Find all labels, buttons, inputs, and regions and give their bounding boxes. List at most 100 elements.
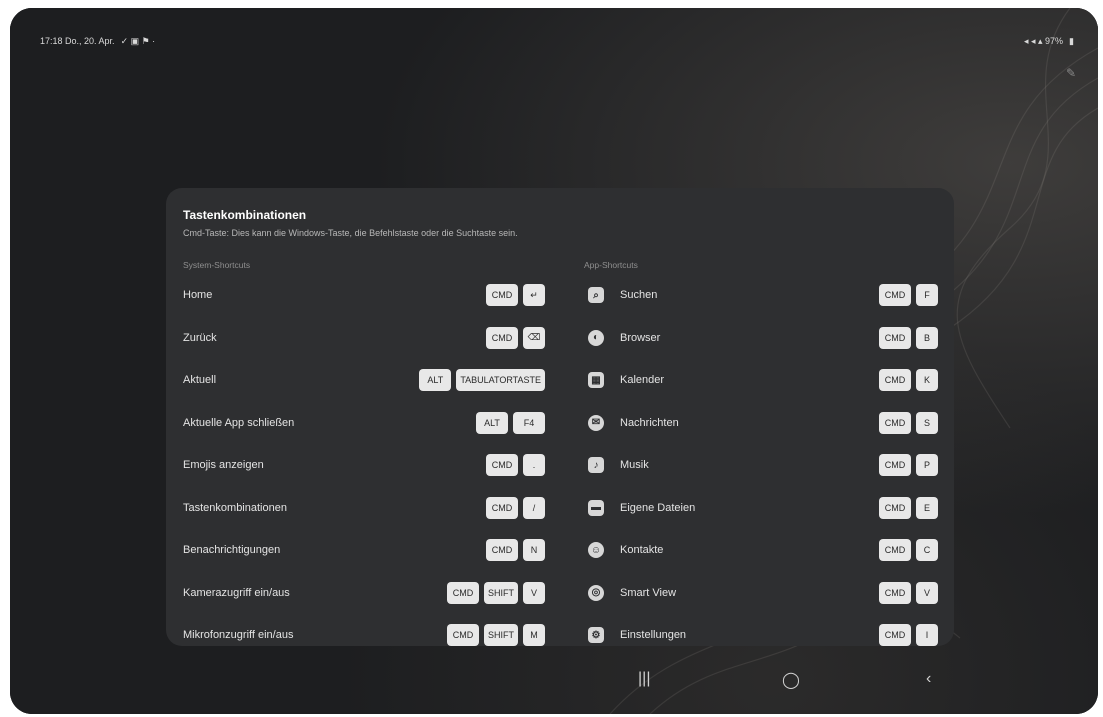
key-cap: CMD xyxy=(879,411,911,434)
shortcut-keys: CMD S xyxy=(879,411,938,434)
shortcut-keys: CMD C xyxy=(879,539,938,562)
shortcut-label: Aktuell xyxy=(183,374,217,387)
dialog-title: Tastenkombinationen xyxy=(183,208,307,222)
browser-app-icon: ◐ xyxy=(588,329,604,346)
shortcut-row: ▬ Eigene Dateien CMD E xyxy=(584,487,938,530)
shortcut-row: Kamerazugriff ein/aus CMD SHIFT V xyxy=(183,572,545,615)
key-cap: I xyxy=(916,624,938,646)
key-cap: . xyxy=(523,454,545,477)
shortcut-row: ⌕ Suchen CMD F xyxy=(584,274,938,317)
shortcut-keys: CMD SHIFT M xyxy=(447,624,545,646)
shortcut-label: Browser xyxy=(620,331,661,344)
key-cap: ALT xyxy=(419,369,452,392)
shortcut-label: Kalender xyxy=(620,374,665,387)
app-shortcuts-header: App-Shortcuts xyxy=(584,260,638,270)
shortcut-label: Eigene Dateien xyxy=(620,501,696,514)
back-button[interactable]: ‹ xyxy=(926,670,931,688)
key-cap: K xyxy=(916,369,938,392)
shortcut-keys: CMD SHIFT V xyxy=(447,581,545,604)
key-cap: M xyxy=(523,624,545,646)
recents-button[interactable]: ||| xyxy=(638,670,650,688)
shortcut-label: Tastenkombinationen xyxy=(183,501,287,514)
system-status-icons: ◂ ◂ ▴ 97% xyxy=(1023,35,1064,46)
key-cap: / xyxy=(523,496,545,519)
key-cap: ⌫ xyxy=(523,326,545,349)
shortcut-row: Benachrichtigungen CMD N xyxy=(183,529,545,572)
shortcut-keys: CMD ⌫ xyxy=(486,326,545,349)
messages-app-icon: ✉ xyxy=(588,414,604,431)
key-cap: F4 xyxy=(513,411,545,434)
key-cap: S xyxy=(916,411,938,434)
key-cap: CMD xyxy=(879,581,911,604)
shortcut-row: ◎ Smart View CMD V xyxy=(584,572,938,615)
shortcut-row: Zurück CMD ⌫ xyxy=(183,317,545,360)
shortcut-keys: CMD F xyxy=(879,284,938,307)
key-cap: CMD xyxy=(486,284,518,307)
tablet-screen: 17:18 Do., 20. Apr. ✓ ▣ ⚑ · ◂ ◂ ▴ 97% ▮ … xyxy=(10,8,1098,714)
key-cap: CMD xyxy=(879,624,911,646)
key-cap: ALT xyxy=(476,411,508,434)
key-cap: F xyxy=(916,284,938,307)
shortcut-label: Zurück xyxy=(183,331,217,344)
key-cap: CMD xyxy=(447,581,479,604)
files-app-icon: ▬ xyxy=(588,499,604,516)
shortcut-keys: CMD ↵ xyxy=(486,284,545,307)
key-cap: C xyxy=(916,539,938,562)
shortcut-row: Home CMD ↵ xyxy=(183,274,545,317)
key-cap: CMD xyxy=(486,496,518,519)
smartview-app-icon: ◎ xyxy=(588,584,604,601)
key-cap: CMD xyxy=(879,326,911,349)
shortcut-keys: ALT F4 xyxy=(476,411,545,434)
music-app-icon: ♪ xyxy=(588,457,604,474)
key-cap: SHIFT xyxy=(484,624,518,646)
key-cap: TABULATORTASTE xyxy=(456,369,545,392)
shortcut-label: Einstellungen xyxy=(620,629,687,642)
key-cap: SHIFT xyxy=(484,581,518,604)
shortcut-row: Emojis anzeigen CMD. xyxy=(183,444,545,487)
key-cap: N xyxy=(523,539,545,562)
dialog-subtitle: Cmd-Taste: Dies kann die Windows-Taste, … xyxy=(183,228,518,238)
notification-icons: ✓ ▣ ⚑ · xyxy=(120,35,156,46)
shortcut-keys: CMD I xyxy=(879,624,938,646)
shortcut-keys: CMD B xyxy=(879,326,938,349)
shortcut-keys: CMD P xyxy=(879,454,938,477)
key-cap: CMD xyxy=(486,326,518,349)
shortcut-keys: CMD / xyxy=(486,496,545,519)
app-shortcuts-column: App-Shortcuts ⌕ Suchen CMD F ◐ Browser CMD B ▦ Ka… xyxy=(584,260,938,646)
shortcut-row: ⚙ Einstellungen CMD I xyxy=(584,614,938,646)
system-shortcuts-column: System-Shortcuts Home CMD ↵ Zurück CMD ⌫ Aktue… xyxy=(183,260,545,646)
key-cap: E xyxy=(916,496,938,519)
shortcut-label: Aktuelle App schließen xyxy=(183,416,295,429)
settings-app-icon: ⚙ xyxy=(588,627,604,644)
key-cap: CMD xyxy=(879,284,911,307)
shortcut-row: Aktuell ALT TABULATORTASTE xyxy=(183,359,545,402)
key-cap: V xyxy=(916,581,938,604)
status-bar: 17:18 Do., 20. Apr. ✓ ▣ ⚑ · ◂ ◂ ▴ 97% ▮ xyxy=(40,34,1074,48)
shortcut-row: ✉ Nachrichten CMD S xyxy=(584,402,938,445)
shortcut-label: Home xyxy=(183,289,213,302)
shortcut-label: Benachrichtigungen xyxy=(183,544,281,557)
key-cap: CMD xyxy=(879,539,911,562)
shortcut-keys: CMD N xyxy=(486,539,545,562)
edit-pencil-icon[interactable]: ✎ xyxy=(1066,66,1080,80)
shortcut-keys: CMD V xyxy=(879,581,938,604)
shortcut-row: Aktuelle App schließen ALT F4 xyxy=(183,402,545,445)
shortcut-keys: CMD E xyxy=(879,496,938,519)
shortcut-label: Musik xyxy=(620,459,649,472)
home-button[interactable]: ◯ xyxy=(782,670,800,690)
shortcut-keys: CMD. xyxy=(486,454,545,477)
key-cap: ↵ xyxy=(523,284,545,307)
search-app-icon: ⌕ xyxy=(588,287,604,304)
shortcut-keys: ALT TABULATORTASTE xyxy=(419,369,545,392)
key-cap: CMD xyxy=(879,496,911,519)
key-cap: CMD xyxy=(879,369,911,392)
shortcut-row: ◐ Browser CMD B xyxy=(584,317,938,360)
key-cap: B xyxy=(916,326,938,349)
shortcut-label: Suchen xyxy=(620,289,658,302)
contacts-app-icon: ☺ xyxy=(588,542,604,559)
shortcut-label: Smart View xyxy=(620,586,677,599)
battery-icon: ▮ xyxy=(1069,35,1074,46)
shortcut-row: Tastenkombinationen CMD / xyxy=(183,487,545,530)
key-cap: CMD xyxy=(879,454,911,477)
shortcut-label: Kamerazugriff ein/aus xyxy=(183,586,290,599)
